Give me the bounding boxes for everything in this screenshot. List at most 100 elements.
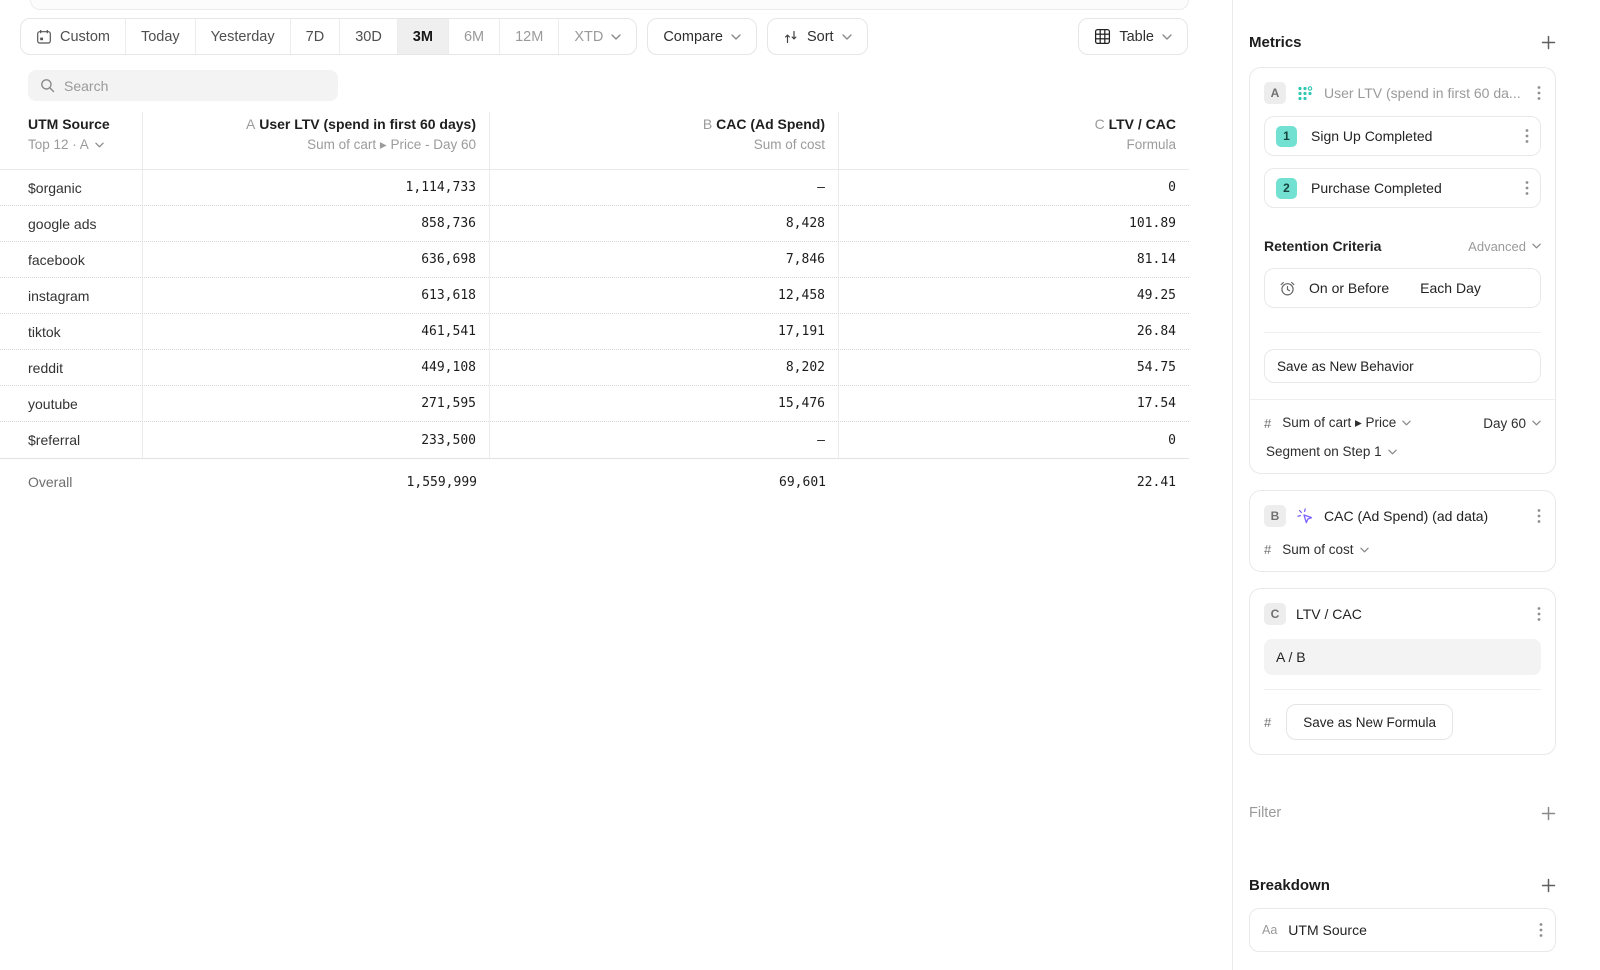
kebab-menu-icon[interactable] bbox=[1525, 180, 1529, 196]
add-filter-icon[interactable] bbox=[1541, 806, 1556, 821]
column-header-ltv-cac[interactable]: C LTV / CAC Formula bbox=[839, 112, 1189, 169]
row-label: instagram bbox=[0, 278, 143, 313]
range-6m[interactable]: 6M bbox=[449, 19, 500, 54]
overall-ltv-cac: 22.41 bbox=[839, 459, 1189, 505]
range-3m-selected[interactable]: 3M bbox=[398, 19, 449, 54]
range-xtd[interactable]: XTD bbox=[559, 19, 636, 54]
column-header-cac[interactable]: B CAC (Ad Spend) Sum of cost bbox=[490, 112, 839, 169]
breakdown-table: UTM Source Top 12 · A A User LTV (spend … bbox=[0, 112, 1189, 505]
column-title: LTV / CAC bbox=[1109, 116, 1176, 132]
kebab-menu-icon[interactable] bbox=[1537, 508, 1541, 524]
save-behavior-label: Save as New Behavior bbox=[1277, 359, 1414, 374]
property-label: Sum of cart ▸ Price bbox=[1282, 415, 1396, 431]
cell-cac: – bbox=[490, 422, 839, 458]
date-range-control: Custom Today Yesterday 7D 30D 3M 6M 12M … bbox=[20, 18, 637, 55]
range-label: 6M bbox=[464, 29, 484, 45]
metric-b-header[interactable]: B CAC (Ad Spend) (ad data) bbox=[1264, 505, 1541, 527]
kebab-menu-icon[interactable] bbox=[1525, 128, 1529, 144]
chevron-down-icon bbox=[1532, 243, 1541, 249]
retention-criteria-box[interactable]: On or Before Each Day bbox=[1264, 268, 1541, 308]
metric-name: LTV / CAC bbox=[1296, 606, 1527, 622]
row-limit-dropdown[interactable]: Top 12 · A bbox=[28, 137, 142, 152]
cell-user-ltv: 636,698 bbox=[143, 242, 490, 277]
window-dropdown[interactable]: Day 60 bbox=[1483, 416, 1541, 431]
table-row[interactable]: google ads 858,736 8,428 101.89 bbox=[0, 206, 1189, 242]
kebab-menu-icon[interactable] bbox=[1539, 922, 1543, 938]
table-row[interactable]: youtube 271,595 15,476 17.54 bbox=[0, 386, 1189, 422]
formula-input[interactable]: A / B bbox=[1264, 639, 1541, 675]
chevron-down-icon bbox=[731, 34, 741, 40]
metrics-title: Metrics bbox=[1249, 34, 1302, 51]
kebab-menu-icon[interactable] bbox=[1537, 606, 1541, 622]
criteria-unit[interactable]: Each Day bbox=[1420, 280, 1481, 296]
cell-ltv-cac: 49.25 bbox=[839, 278, 1189, 313]
save-as-new-formula-button[interactable]: Save as New Formula bbox=[1286, 704, 1453, 740]
row-label: youtube bbox=[0, 386, 143, 421]
cell-user-ltv: 858,736 bbox=[143, 206, 490, 241]
row-label: facebook bbox=[0, 242, 143, 277]
table-row[interactable]: instagram 613,618 12,458 49.25 bbox=[0, 278, 1189, 314]
range-label: Today bbox=[141, 29, 180, 45]
table-row[interactable]: $organic 1,114,733 – 0 bbox=[0, 170, 1189, 206]
table-row[interactable]: reddit 449,108 8,202 54.75 bbox=[0, 350, 1189, 386]
table-view-button[interactable]: Table bbox=[1078, 18, 1188, 55]
funnel-step-1[interactable]: 1 Sign Up Completed bbox=[1264, 116, 1541, 156]
cell-cac: 8,428 bbox=[490, 206, 839, 241]
metric-card-b: B CAC (Ad Spend) (ad data) # Sum of cost bbox=[1249, 490, 1556, 572]
column-header-user-ltv[interactable]: A User LTV (spend in first 60 days) Sum … bbox=[143, 112, 490, 169]
add-metric-icon[interactable] bbox=[1541, 35, 1556, 50]
range-label: 7D bbox=[306, 29, 325, 45]
filter-title: Filter bbox=[1249, 805, 1281, 821]
compare-button[interactable]: Compare bbox=[647, 18, 757, 55]
view-label: Table bbox=[1119, 29, 1154, 45]
window-label: Day 60 bbox=[1483, 416, 1526, 431]
property-dropdown[interactable]: Sum of cart ▸ Price bbox=[1282, 415, 1411, 431]
alarm-clock-icon bbox=[1279, 280, 1296, 297]
sort-label: Sort bbox=[807, 29, 834, 45]
add-breakdown-icon[interactable] bbox=[1541, 878, 1556, 893]
range-12m[interactable]: 12M bbox=[500, 19, 559, 54]
range-30d[interactable]: 30D bbox=[340, 19, 398, 54]
metric-a-header[interactable]: A User LTV (spend in first 60 da... bbox=[1264, 82, 1541, 104]
table-row[interactable]: tiktok 461,541 17,191 26.84 bbox=[0, 314, 1189, 350]
row-label: tiktok bbox=[0, 314, 143, 349]
property-dropdown[interactable]: Sum of cost bbox=[1282, 542, 1368, 557]
column-header-utm-source[interactable]: UTM Source Top 12 · A bbox=[0, 112, 143, 169]
main-panel: Custom Today Yesterday 7D 30D 3M 6M 12M … bbox=[0, 0, 1232, 970]
breakdown-item-utm-source[interactable]: Aa UTM Source bbox=[1249, 908, 1556, 952]
kebab-menu-icon[interactable] bbox=[1537, 85, 1541, 101]
chevron-down-icon bbox=[611, 34, 621, 40]
divider bbox=[1250, 399, 1555, 400]
advanced-label: Advanced bbox=[1468, 239, 1526, 254]
chart-card-bottom-edge bbox=[30, 0, 1189, 10]
property-label: Sum of cost bbox=[1282, 542, 1353, 557]
cell-user-ltv: 461,541 bbox=[143, 314, 490, 349]
range-7d[interactable]: 7D bbox=[291, 19, 341, 54]
step-label: Sign Up Completed bbox=[1311, 128, 1511, 144]
cell-ltv-cac: 0 bbox=[839, 170, 1189, 205]
search-input[interactable] bbox=[64, 78, 326, 94]
advanced-dropdown[interactable]: Advanced bbox=[1468, 239, 1541, 254]
range-yesterday[interactable]: Yesterday bbox=[196, 19, 291, 54]
range-today[interactable]: Today bbox=[126, 19, 196, 54]
table-row[interactable]: $referral 233,500 – 0 bbox=[0, 422, 1189, 458]
search-box[interactable] bbox=[28, 70, 338, 101]
segment-row: Segment on Step 1 bbox=[1264, 444, 1541, 459]
cell-ltv-cac: 101.89 bbox=[839, 206, 1189, 241]
row-label: reddit bbox=[0, 350, 143, 385]
column-letter: A bbox=[246, 116, 255, 132]
chevron-down-icon bbox=[1162, 34, 1172, 40]
sort-button[interactable]: Sort bbox=[767, 18, 868, 55]
criteria-condition[interactable]: On or Before bbox=[1309, 280, 1389, 296]
step-number-badge: 1 bbox=[1276, 126, 1297, 147]
metric-c-header[interactable]: C LTV / CAC bbox=[1264, 603, 1541, 625]
save-as-new-behavior-button[interactable]: Save as New Behavior bbox=[1264, 349, 1541, 383]
table-row[interactable]: facebook 636,698 7,846 81.14 bbox=[0, 242, 1189, 278]
column-subtitle: Sum of cost bbox=[490, 137, 825, 152]
funnel-step-2[interactable]: 2 Purchase Completed bbox=[1264, 168, 1541, 208]
overall-user-ltv: 1,559,999 bbox=[143, 459, 490, 505]
chevron-down-icon bbox=[95, 142, 104, 148]
range-custom[interactable]: Custom bbox=[21, 19, 126, 54]
metric-letter-badge: C bbox=[1264, 603, 1286, 625]
segment-dropdown[interactable]: Segment on Step 1 bbox=[1266, 444, 1397, 459]
